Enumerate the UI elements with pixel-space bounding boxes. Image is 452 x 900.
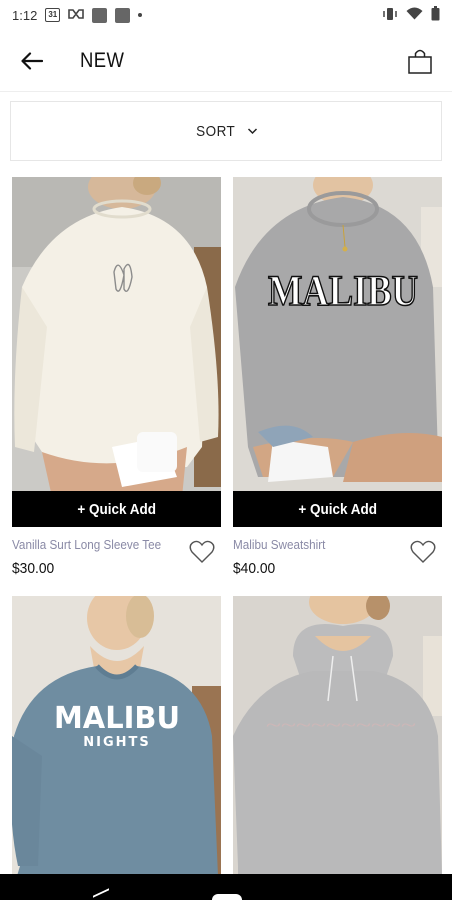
product-photo: ~~~~~~~~~~ [233, 596, 442, 876]
heart-icon[interactable] [189, 540, 215, 564]
arrow-left-icon [21, 51, 43, 70]
product-price: $40.00 [233, 560, 276, 577]
shopping-bag-button[interactable] [402, 43, 438, 79]
calendar-icon: 31 [45, 8, 61, 22]
quick-add-label: + Quick Add [77, 500, 156, 518]
svg-text:MALIBU: MALIBU [54, 701, 180, 736]
product-card[interactable]: MALIBU NIGHTS [12, 596, 221, 876]
product-image[interactable]: MALIBU NIGHTS [12, 596, 221, 876]
wifi-icon [406, 7, 423, 23]
page-title: NEW [80, 48, 125, 72]
product-image[interactable]: ~~~~~~~~~~ [233, 596, 442, 876]
product-image[interactable]: + Quick Add [12, 177, 221, 527]
more-notifications-icon [138, 13, 143, 17]
product-card[interactable]: MALIBU + Quick Add Malibu Sweatshirt $40… [233, 177, 442, 597]
shopping-bag-icon [408, 49, 432, 74]
battery-icon [431, 6, 440, 24]
back-button[interactable] [14, 43, 50, 79]
product-card[interactable]: ~~~~~~~~~~ [233, 596, 442, 876]
status-time: 1:12 [12, 7, 38, 23]
quick-add-label: + Quick Add [298, 500, 377, 518]
system-navigation-bar [0, 874, 452, 900]
home-gesture-pill[interactable] [212, 894, 242, 900]
quick-add-button[interactable]: + Quick Add [12, 491, 221, 527]
vibrate-icon [382, 7, 398, 24]
product-name[interactable]: Malibu Sweatshirt [233, 537, 421, 552]
link-icon [68, 8, 85, 23]
app-notification-icon [115, 7, 131, 23]
product-photo [12, 177, 221, 527]
sort-button[interactable]: SORT [10, 101, 442, 161]
sort-label: SORT [195, 122, 236, 140]
app-header: NEW [0, 30, 452, 92]
chevron-down-icon [248, 128, 258, 135]
app-notification-icon [92, 7, 108, 23]
nav-back-icon[interactable] [93, 888, 109, 900]
svg-text:MALIBU: MALIBU [268, 268, 418, 315]
product-info: Vanilla Surt Long Sleeve Tee $30.00 [12, 527, 221, 597]
product-photo: MALIBU NIGHTS [12, 596, 221, 876]
status-bar: 1:12 31 [0, 0, 452, 30]
product-price: $30.00 [12, 560, 55, 577]
svg-text:NIGHTS: NIGHTS [83, 735, 151, 750]
heart-icon[interactable] [410, 540, 436, 564]
product-card[interactable]: + Quick Add Vanilla Surt Long Sleeve Tee… [12, 177, 221, 597]
svg-text:~~~~~~~~~~: ~~~~~~~~~~ [266, 715, 416, 735]
quick-add-button[interactable]: + Quick Add [233, 491, 442, 527]
product-name[interactable]: Vanilla Surt Long Sleeve Tee [12, 537, 200, 552]
product-image[interactable]: MALIBU + Quick Add [233, 177, 442, 527]
product-photo: MALIBU [233, 177, 442, 527]
product-info: Malibu Sweatshirt $40.00 [233, 527, 442, 597]
